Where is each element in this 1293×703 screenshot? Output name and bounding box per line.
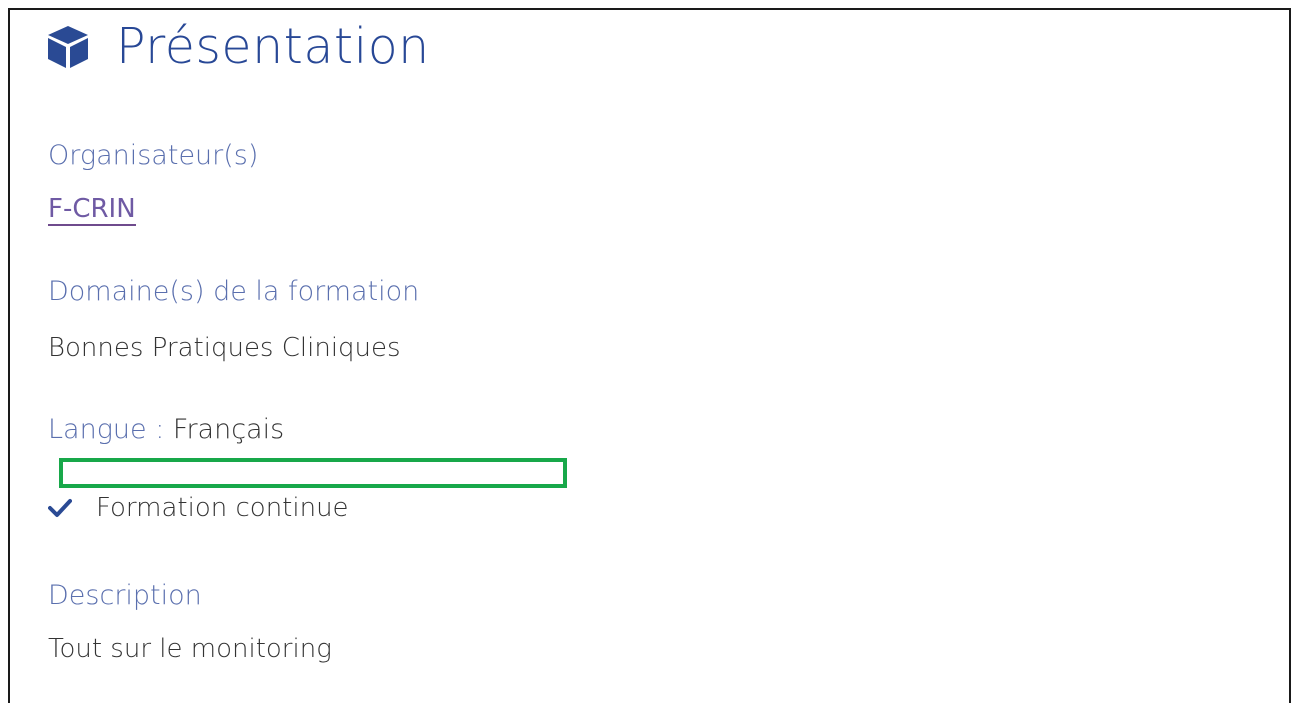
domaine-value: Bonnes Pratiques Cliniques [48, 333, 401, 363]
langue-row: Langue : Français [48, 414, 284, 445]
domaine-label: Domaine(s) de la formation [48, 276, 420, 307]
formation-continue-row: Formation continue [48, 493, 349, 523]
langue-value: Français [172, 414, 285, 445]
formation-continue-label: Formation continue [96, 493, 349, 523]
langue-label: Langue : [48, 414, 173, 445]
page-title: Présentation [116, 17, 430, 75]
organisateur-link[interactable]: F-CRIN [48, 194, 136, 226]
panel-header: Présentation [44, 16, 430, 76]
checkmark-icon [48, 498, 72, 518]
organisateur-label: Organisateur(s) [48, 140, 259, 171]
cube-icon [44, 22, 92, 70]
highlight-box [59, 458, 567, 488]
description-value: Tout sur le monitoring [48, 634, 332, 664]
description-label: Description [48, 580, 202, 611]
